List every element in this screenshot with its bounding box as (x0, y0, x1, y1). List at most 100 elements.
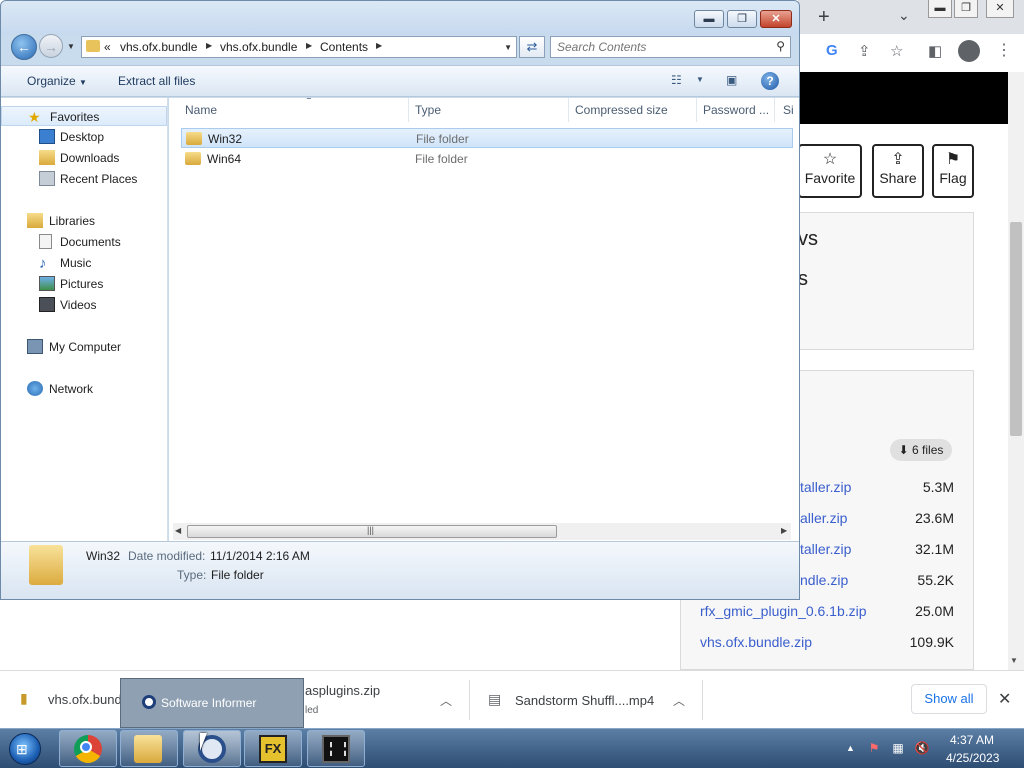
network-icon (27, 381, 43, 396)
browser-minimize-button[interactable]: ▬ (928, 0, 952, 18)
show-all-button[interactable]: Show all (911, 684, 987, 714)
scroll-left-arrow-icon[interactable]: ◀ (175, 526, 181, 535)
browser-maximize-button[interactable]: ❐ (954, 0, 978, 18)
favorite-button[interactable]: ☆ Favorite (798, 144, 862, 198)
column-header-type[interactable]: Type (415, 98, 569, 122)
chevron-up-icon[interactable]: ︿ (673, 692, 685, 709)
file-size: 55.2K (917, 572, 954, 588)
search-input[interactable] (557, 39, 767, 55)
column-header-name[interactable]: Name ▲ (185, 98, 409, 122)
chevron-up-icon[interactable]: ︿ (440, 692, 452, 709)
clock-date[interactable]: 4/25/2023 (946, 751, 999, 765)
flag-button[interactable]: ⚑ Flag (932, 144, 974, 198)
table-row[interactable]: Win64 File folder (181, 149, 793, 169)
nav-item-music[interactable]: ♪ Music (1, 253, 167, 273)
new-tab-button[interactable]: + (818, 6, 830, 29)
file-link[interactable]: ndle.zip (800, 572, 848, 588)
nav-item-pictures[interactable]: Pictures (1, 274, 167, 294)
file-list-item[interactable]: rfx_gmic_plugin_0.6.1b.zip 25.0M (700, 603, 954, 623)
column-label: Name (185, 103, 218, 117)
nav-item-documents[interactable]: Documents (1, 232, 167, 252)
close-downloads-bar-button[interactable]: ✕ (998, 689, 1011, 709)
flag-label: Flag (939, 170, 967, 186)
preview-pane-icon[interactable]: ▣ (726, 73, 737, 87)
close-button[interactable]: ✕ (760, 10, 792, 28)
profile-avatar[interactable] (958, 40, 980, 62)
chrome-icon-center (80, 741, 92, 753)
download-item-name[interactable]: Sandstorm Shuffl....mp4 (515, 693, 654, 708)
show-hidden-icons-icon[interactable]: ▲ (846, 743, 855, 753)
column-label: Password ... (703, 103, 770, 117)
nav-item-libraries[interactable]: Libraries (1, 211, 167, 231)
breadcrumb-overflow[interactable]: « (104, 40, 111, 54)
table-row[interactable]: Win32 File folder (181, 128, 793, 148)
breadcrumb-item[interactable]: Contents (320, 40, 368, 54)
recent-pages-dropdown-icon[interactable]: ▼ (67, 42, 75, 51)
column-header-password[interactable]: Password ... (703, 98, 775, 122)
extract-all-button[interactable]: Extract all files (118, 74, 195, 88)
nav-item-downloads[interactable]: Downloads (1, 148, 167, 168)
search-box[interactable]: ⚲ (550, 36, 791, 58)
breadcrumb-arrow-icon[interactable]: ▶ (376, 41, 382, 50)
search-icon[interactable]: ⚲ (776, 39, 785, 53)
help-icon[interactable]: ? (761, 72, 779, 90)
minimize-button[interactable]: ▬ (694, 10, 724, 28)
nav-item-my-computer[interactable]: My Computer (1, 337, 167, 357)
refresh-button[interactable]: ⇄ (519, 36, 545, 58)
download-item-name[interactable]: vhs.ofx.bund (48, 692, 122, 707)
tab-search-button[interactable]: ⌄ (898, 7, 910, 24)
file-list-item[interactable]: vhs.ofx.bundle.zip 109.9K (700, 634, 954, 654)
explorer-title-bar[interactable] (1, 1, 799, 35)
browser-close-button[interactable]: ✕ (986, 0, 1014, 18)
nav-label: Downloads (60, 151, 120, 165)
divider (702, 680, 703, 720)
share-icon: ⇪ (891, 151, 905, 168)
address-bar[interactable]: « vhs.ofx.bundle ▶ vhs.ofx.bundle ▶ Cont… (81, 36, 517, 58)
files-count-badge[interactable]: ⬇ 6 files (890, 439, 952, 461)
back-button[interactable]: ← (11, 34, 37, 60)
breadcrumb-arrow-icon[interactable]: ▶ (306, 41, 312, 50)
file-link[interactable]: taller.zip (800, 479, 851, 495)
file-link[interactable]: aller.zip (800, 510, 847, 526)
address-dropdown-icon[interactable]: ▼ (504, 43, 512, 52)
folder-icon (29, 545, 63, 585)
nav-item-favorites[interactable]: ★ Favorites (1, 106, 167, 126)
zip-file-icon: ▮ (20, 690, 28, 706)
download-item-name[interactable]: asplugins.zip (305, 683, 380, 698)
organize-button[interactable]: Organize ▼ (27, 74, 87, 88)
bookmark-star-icon[interactable]: ☆ (890, 42, 903, 60)
breadcrumb-item[interactable]: vhs.ofx.bundle (120, 40, 197, 54)
scroll-right-arrow-icon[interactable]: ▶ (781, 526, 787, 535)
side-panel-icon[interactable]: ◧ (928, 42, 942, 60)
google-icon[interactable]: G (826, 42, 838, 59)
column-header-size[interactable]: Si (783, 98, 799, 122)
share-icon[interactable]: ⇪ (858, 42, 871, 60)
breadcrumb-arrow-icon[interactable]: ▶ (206, 41, 212, 50)
column-label: Type (415, 103, 442, 117)
page-scroll-thumb[interactable] (1010, 222, 1022, 436)
file-size: 5.3M (922, 479, 954, 495)
network-tray-icon[interactable]: ▦ (890, 740, 906, 756)
breadcrumb-item[interactable]: vhs.ofx.bundle (220, 40, 297, 54)
nav-item-desktop[interactable]: Desktop (1, 127, 167, 147)
files-count-label: 6 files (912, 443, 944, 457)
browser-menu-icon[interactable]: ⋮ (996, 40, 1012, 60)
column-label: Compressed size (575, 103, 668, 117)
volume-muted-icon[interactable]: 🔇 (914, 740, 930, 756)
scroll-down-arrow-icon[interactable]: ▼ (1010, 656, 1018, 665)
maximize-button[interactable]: ❐ (727, 10, 757, 28)
file-link[interactable]: rfx_gmic_plugin_0.6.1b.zip (700, 603, 867, 619)
nav-item-videos[interactable]: Videos (1, 295, 167, 315)
view-options-icon[interactable]: ☷ (671, 73, 682, 87)
file-link[interactable]: vhs.ofx.bundle.zip (700, 634, 812, 650)
forward-button[interactable]: → (39, 34, 63, 58)
share-button[interactable]: ⇪ Share (872, 144, 924, 198)
nav-item-network[interactable]: Network (1, 379, 167, 399)
clock-time[interactable]: 4:37 AM (950, 733, 994, 747)
nav-item-recent-places[interactable]: Recent Places (1, 169, 167, 189)
action-center-icon[interactable]: ⚑ (866, 740, 882, 756)
column-header-compressed-size[interactable]: Compressed size (575, 98, 697, 122)
file-link[interactable]: taller.zip (800, 541, 851, 557)
nav-label: Libraries (49, 214, 96, 228)
view-dropdown-icon[interactable]: ▼ (696, 75, 704, 84)
